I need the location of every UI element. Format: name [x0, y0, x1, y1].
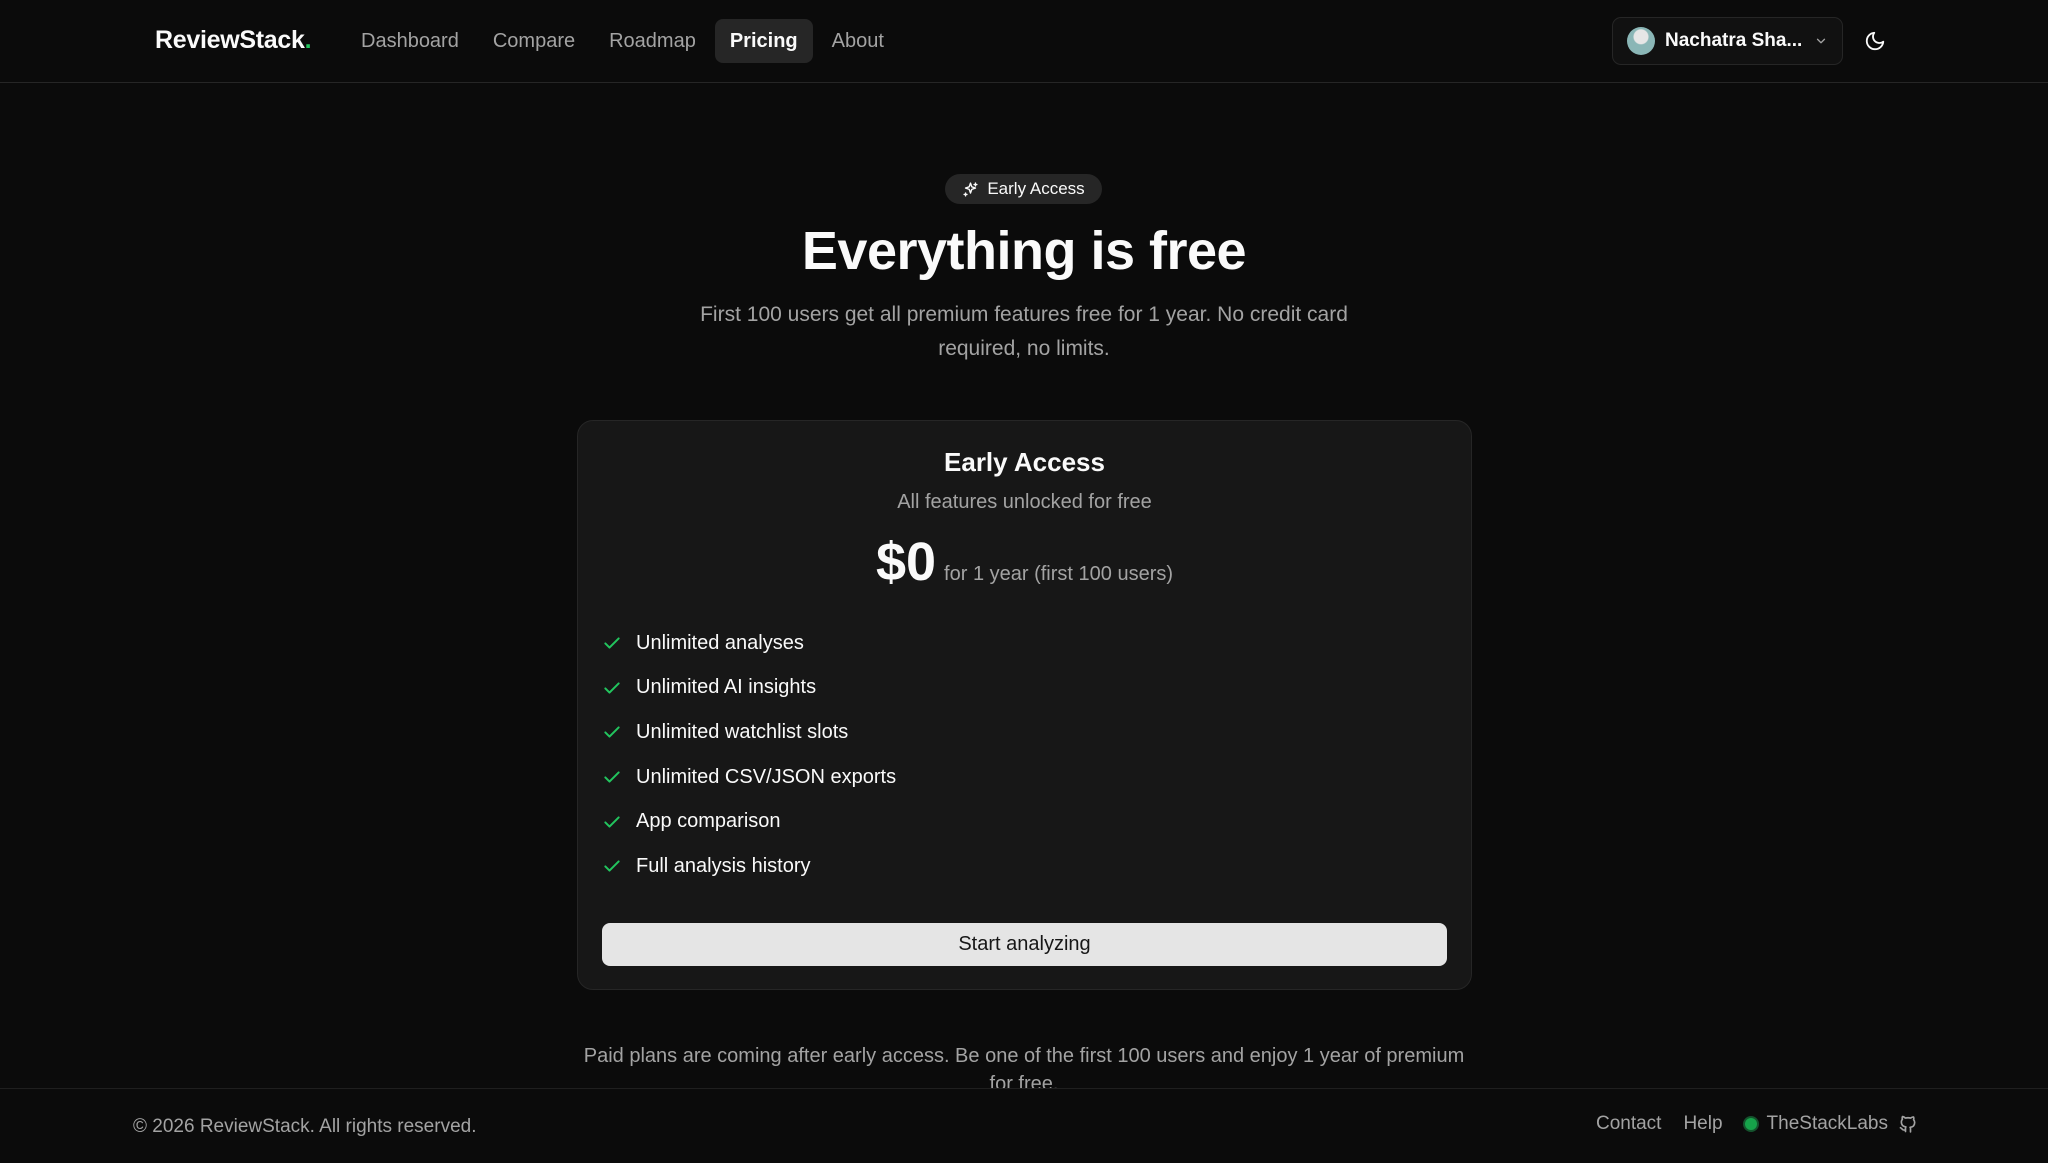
footer-help-link[interactable]: Help [1683, 1113, 1722, 1135]
check-icon [604, 682, 620, 694]
feature-item: App comparison [602, 799, 896, 844]
brand-logo[interactable]: ReviewStack. [155, 26, 312, 55]
thestacklabs-label: TheStackLabs [1766, 1113, 1888, 1134]
user-name: Nachatra Sha... [1665, 30, 1803, 51]
feature-label: App comparison [636, 810, 781, 833]
copyright: © 2026 ReviewStack. All rights reserved. [133, 1116, 477, 1137]
main-nav: Dashboard Compare Roadmap Pricing About [346, 19, 899, 63]
start-analyzing-button[interactable]: Start analyzing [602, 923, 1447, 966]
check-icon [604, 860, 620, 872]
feature-item: Unlimited analyses [602, 621, 896, 666]
feature-label: Unlimited CSV/JSON exports [636, 765, 897, 788]
plan-price: $0 [875, 532, 937, 592]
pricing-card: Early Access All features unlocked for f… [577, 420, 1472, 990]
moon-icon [1865, 31, 1885, 51]
theme-toggle-button[interactable] [1857, 23, 1893, 59]
nav-dashboard[interactable]: Dashboard [346, 19, 474, 63]
nav-roadmap[interactable]: Roadmap [594, 19, 711, 63]
feature-item: Full analysis history [602, 844, 896, 889]
top-navbar: ReviewStack. Dashboard Compare Roadmap P… [0, 0, 2048, 83]
footer-links: Contact Help TheStackLabs [1596, 1113, 1918, 1135]
feature-item: Unlimited watchlist slots [602, 710, 896, 755]
github-icon [1899, 1115, 1916, 1133]
feature-label: Unlimited analyses [636, 631, 804, 654]
early-access-badge: Early Access [945, 174, 1102, 204]
feature-label: Unlimited AI insights [636, 676, 817, 699]
check-icon [604, 771, 620, 783]
page-subtitle: First 100 users get all premium features… [700, 303, 1348, 360]
nav-pricing[interactable]: Pricing [714, 19, 813, 63]
user-menu-button[interactable]: Nachatra Sha... [1612, 17, 1843, 65]
sparkles-icon [963, 181, 978, 197]
price-row: $0 for 1 year (first 100 users) [578, 531, 1471, 593]
check-icon [604, 816, 620, 828]
feature-label: Unlimited watchlist slots [636, 720, 849, 743]
feature-label: Full analysis history [636, 854, 811, 877]
nav-about[interactable]: About [817, 19, 899, 63]
check-icon [604, 726, 620, 739]
chevron-down-icon [1816, 38, 1826, 44]
status-dot [1744, 1118, 1757, 1130]
avatar [1627, 27, 1655, 55]
feature-list: Unlimited analyses Unlimited AI insights… [602, 621, 896, 889]
thestacklabs-link[interactable]: TheStackLabs [1744, 1113, 1918, 1135]
plan-name: Early Access [944, 447, 1105, 477]
footer-contact-link[interactable]: Contact [1596, 1113, 1661, 1135]
feature-item: Unlimited AI insights [602, 666, 896, 711]
page-title: Everything is free [801, 221, 1247, 281]
badge-label: Early Access [987, 179, 1085, 198]
nav-compare[interactable]: Compare [478, 19, 590, 63]
check-icon [604, 637, 620, 649]
footer: © 2026 ReviewStack. All rights reserved.… [0, 1088, 2048, 1163]
plan-description: All features unlocked for free [897, 491, 1152, 513]
price-note: for 1 year (first 100 users) [944, 563, 1174, 585]
feature-item: Unlimited CSV/JSON exports [602, 755, 896, 800]
paid-plans-note: Paid plans are coming after early access… [583, 1045, 1465, 1092]
